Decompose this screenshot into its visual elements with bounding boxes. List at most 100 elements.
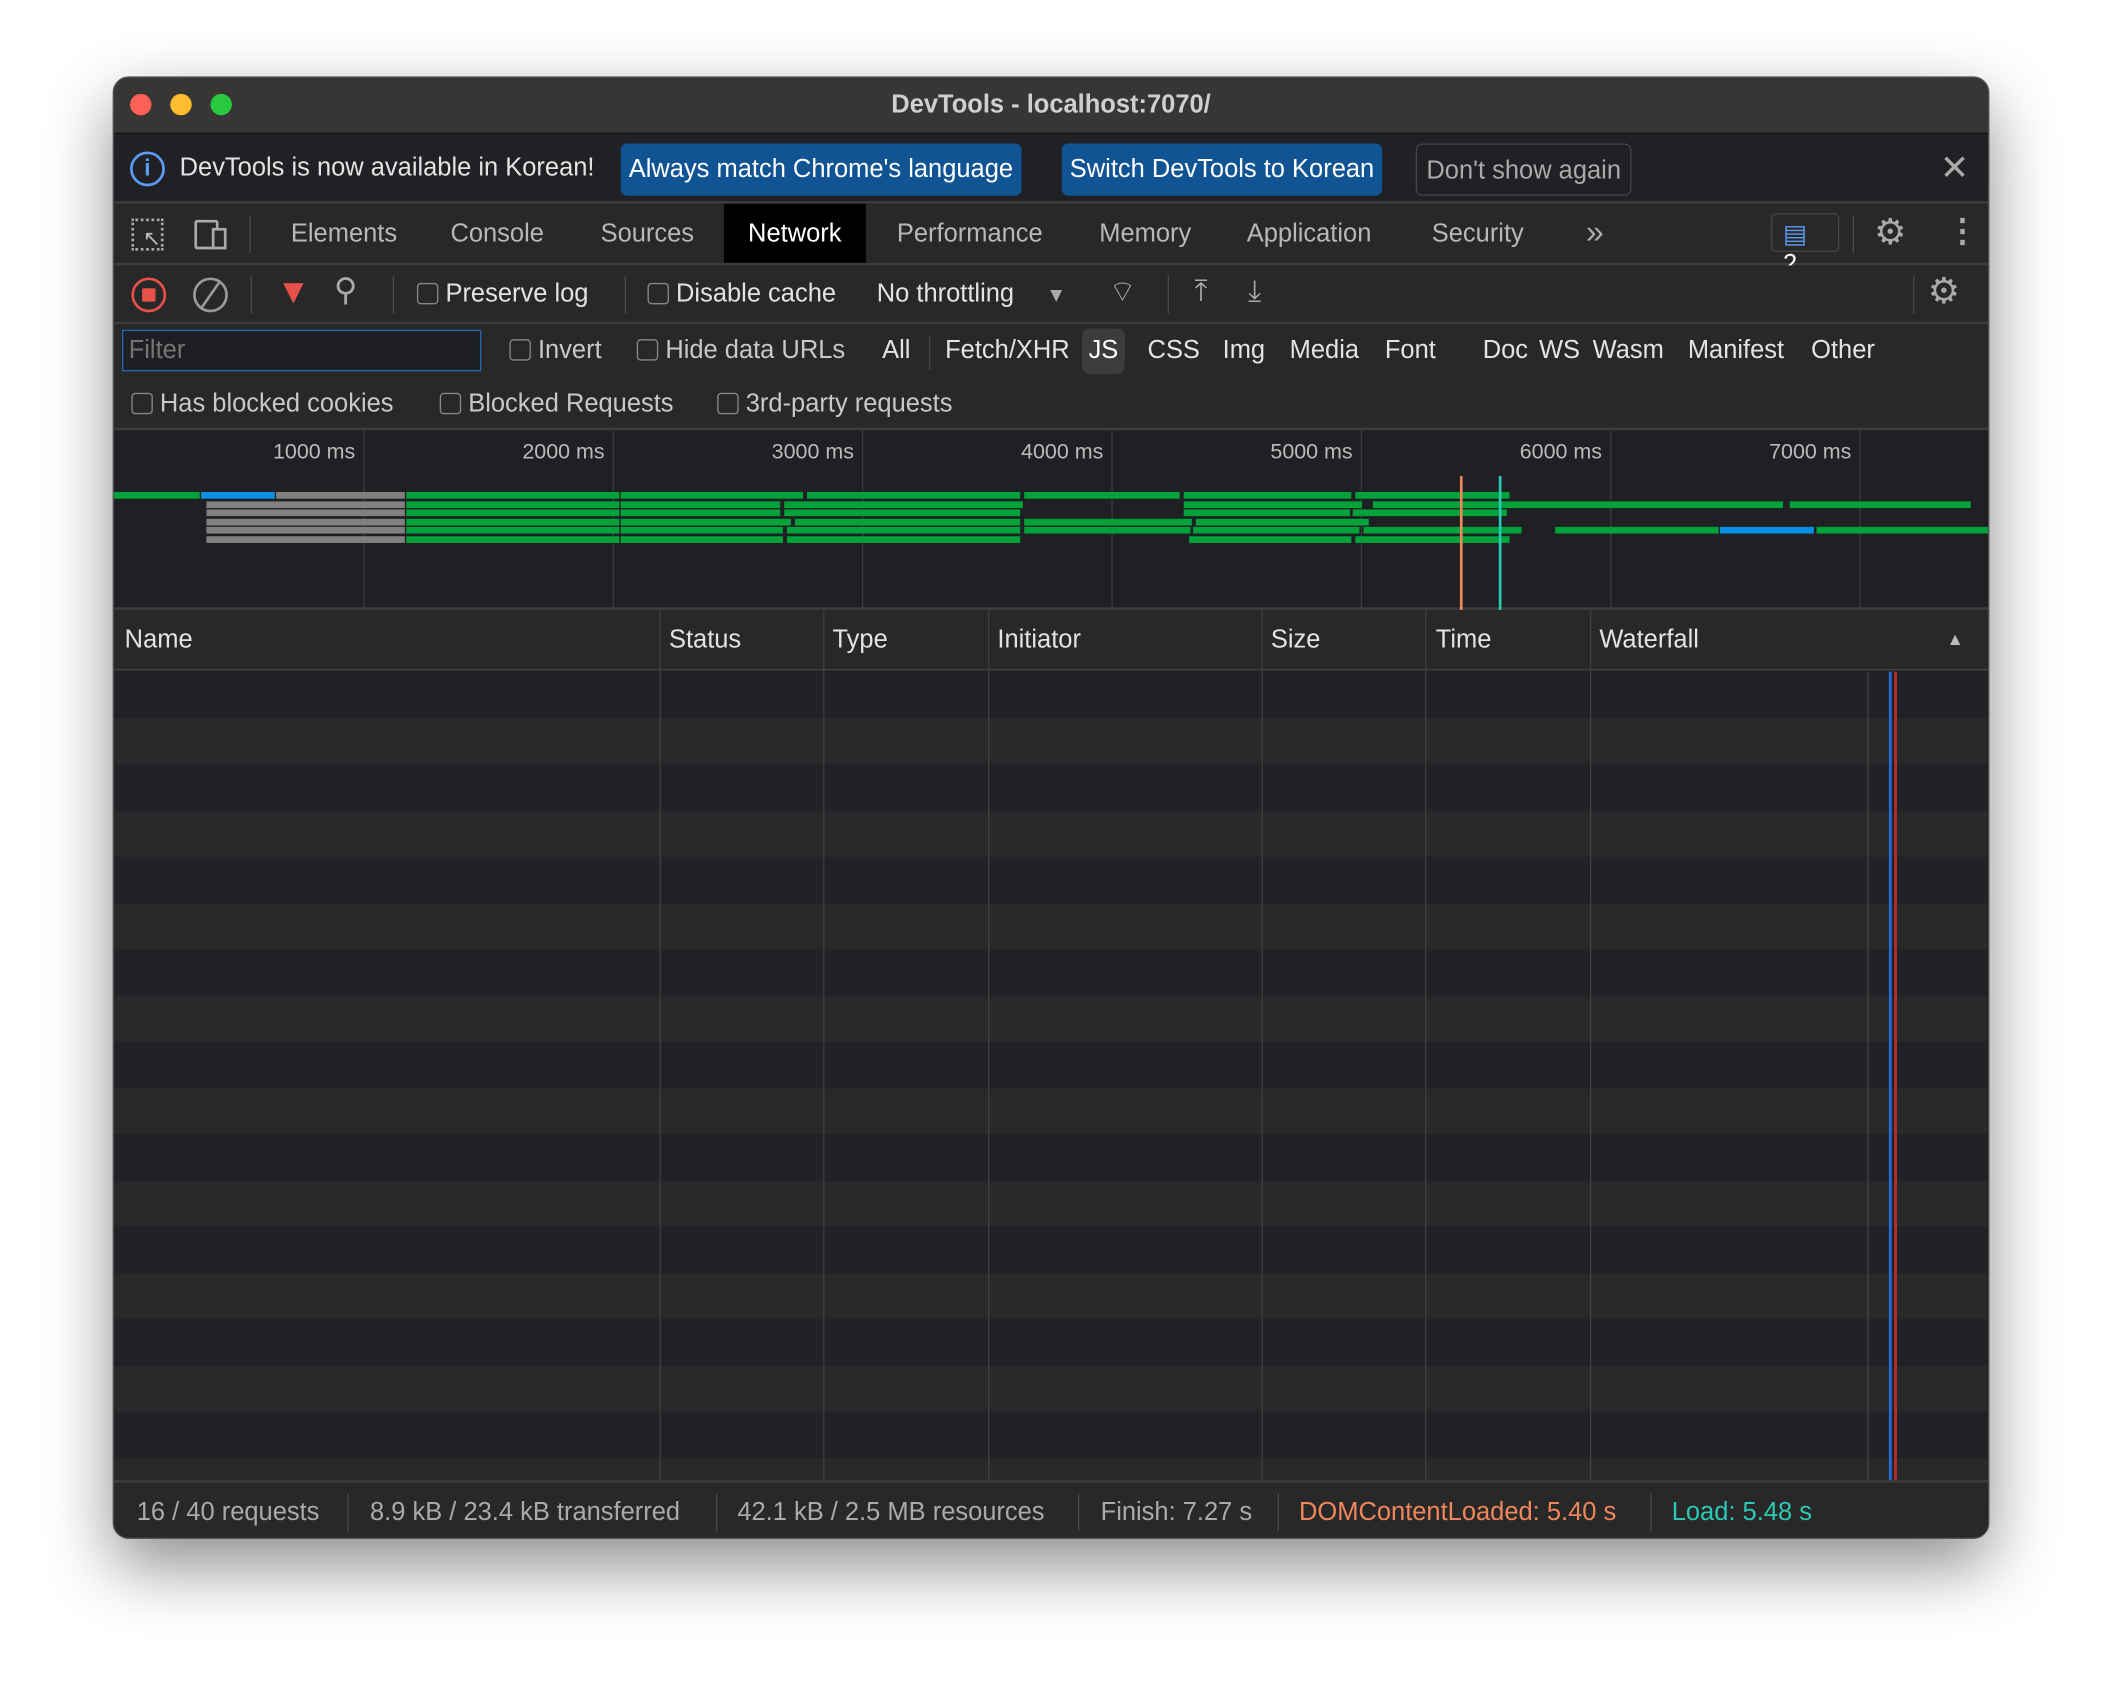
type-filter-fetchxhr[interactable]: Fetch/XHR [945,336,1070,365]
filter-input[interactable] [122,330,481,372]
blocked-cookies-checkbox[interactable]: Has blocked cookies [131,390,393,419]
tab-application[interactable]: Application [1247,204,1372,263]
always-match-language-button[interactable]: Always match Chrome's language [621,143,1021,195]
type-filter-other[interactable]: Other [1811,336,1875,365]
table-empty-stripe [114,1088,1988,1134]
overview-request-bar [620,492,803,499]
throttling-value: No throttling [877,280,1014,308]
blocked-cookies-label: Has blocked cookies [160,390,394,418]
stop-recording-button[interactable] [131,278,166,313]
table-empty-stripe [114,995,1988,1041]
overview-request-bar [1184,509,1350,516]
device-toolbar-icon-part [212,228,227,249]
type-filter-css[interactable]: CSS [1148,336,1200,365]
search-icon[interactable]: ⚲ [334,271,358,310]
overview-request-bar [1189,536,1352,543]
overview-tick-label: 4000 ms [991,441,1104,465]
overview-request-bar [1024,527,1190,534]
window-title: DevTools - localhost:7070/ [114,91,1988,120]
more-tabs-icon[interactable]: » [1586,214,1604,252]
col-type[interactable]: Type [833,626,888,655]
column-divider[interactable] [1425,610,1426,1480]
blocked-requests-checkbox[interactable]: Blocked Requests [440,390,674,419]
close-icon[interactable]: ✕ [1940,147,1969,189]
col-status[interactable]: Status [669,626,741,655]
overview-request-bar [1790,501,1971,508]
table-empty-stripe [114,1180,1988,1226]
type-filter-doc[interactable]: Doc [1483,336,1528,365]
type-filter-wasm[interactable]: Wasm [1593,336,1664,365]
col-time[interactable]: Time [1436,626,1492,655]
overview-request-bar [406,518,619,525]
table-empty-stripe [114,1412,1988,1458]
col-name[interactable]: Name [125,626,193,655]
type-filter-media[interactable]: Media [1290,336,1359,365]
requests-count: 16 / 40 requests [137,1499,320,1528]
table-empty-stripe [114,1319,1988,1365]
overview-request-bar [1194,527,1360,534]
col-waterfall[interactable]: Waterfall [1599,626,1699,655]
column-divider[interactable] [988,610,989,1480]
tab-elements[interactable]: Elements [291,204,397,263]
issues-badge[interactable]: ▤ 2 [1771,213,1839,252]
switch-to-korean-button[interactable]: Switch DevTools to Korean [1062,143,1382,195]
network-overview-timeline[interactable]: 1000 ms2000 ms3000 ms4000 ms5000 ms6000 … [114,430,1988,610]
disable-cache-checkbox[interactable]: Disable cache [648,280,837,309]
network-conditions-icon[interactable]: ⌔ [1109,273,1137,311]
column-divider[interactable] [823,610,824,1480]
column-divider[interactable] [660,610,661,1480]
overview-request-bar [206,501,404,508]
type-filter-manifest[interactable]: Manifest [1688,336,1784,365]
type-filter-img[interactable]: Img [1223,336,1265,365]
status-bar: 16 / 40 requests 8.9 kB / 23.4 kB transf… [114,1480,1988,1539]
settings-gear-icon[interactable]: ⚙ [1874,212,1906,254]
inspect-element-icon[interactable]: ↖ [131,219,163,251]
preserve-log-checkbox[interactable]: Preserve log [417,280,589,309]
throttling-select[interactable]: No throttling▼ [877,280,1066,309]
export-har-icon[interactable]: ⤓ [1248,273,1261,308]
invert-checkbox[interactable]: Invert [509,336,601,365]
network-toolbar: ▼ ⚲ Preserve log Disable cache No thrott… [114,265,1988,324]
type-filter-ws[interactable]: WS [1539,336,1580,365]
table-empty-stripe [114,1365,1988,1411]
tab-console[interactable]: Console [450,204,543,263]
type-filter-js[interactable]: JS [1082,328,1125,374]
table-header: Name Status Type Initiator Size Time Wat… [114,610,1988,670]
filter-row: Invert Hide data URLs All Fetch/XHR JS CSS I… [114,324,1988,378]
devtools-window: DevTools - localhost:7070/ i DevTools is… [113,76,1990,1539]
column-divider[interactable] [1590,610,1591,1480]
column-divider[interactable] [1262,610,1263,1480]
tab-network[interactable]: Network [724,204,866,263]
overview-request-bar [620,527,783,534]
overview-tick-label: 1000 ms [243,441,356,465]
more-options-icon[interactable]: ⋮ [1947,212,1979,251]
panel-tabs: ↖ Elements Console Sources Network Performan… [114,204,1988,266]
overview-request-bar [1184,492,1352,499]
overview-request-bar [1184,501,1362,508]
type-filter-all[interactable]: All [882,336,910,365]
overview-tick-label: 6000 ms [1489,441,1602,465]
clear-icon[interactable] [193,278,228,313]
tab-security[interactable]: Security [1432,204,1524,263]
dont-show-again-button[interactable]: Don't show again [1416,143,1632,195]
third-party-checkbox[interactable]: 3rd-party requests [717,390,952,419]
tab-performance[interactable]: Performance [897,204,1043,263]
overview-request-bar [620,536,783,543]
tab-memory[interactable]: Memory [1099,204,1191,263]
network-settings-gear-icon[interactable]: ⚙ [1928,271,1960,313]
overview-request-bar [1373,501,1783,508]
import-har-icon[interactable]: ⤒ [1194,273,1207,308]
col-initiator[interactable]: Initiator [997,626,1081,655]
hide-data-urls-checkbox[interactable]: Hide data URLs [637,336,845,365]
overview-request-bar [1024,492,1180,499]
tab-sources[interactable]: Sources [601,204,694,263]
col-size[interactable]: Size [1271,626,1321,655]
overview-request-bar [1196,518,1369,525]
filter-icon[interactable]: ▼ [276,271,310,313]
overview-request-bar [406,536,619,543]
overview-request-bar [406,509,619,516]
table-empty-stripe [114,718,1988,764]
sort-ascending-icon[interactable]: ▲ [1947,629,1964,649]
overview-request-bar [620,509,781,516]
type-filter-font[interactable]: Font [1385,336,1436,365]
